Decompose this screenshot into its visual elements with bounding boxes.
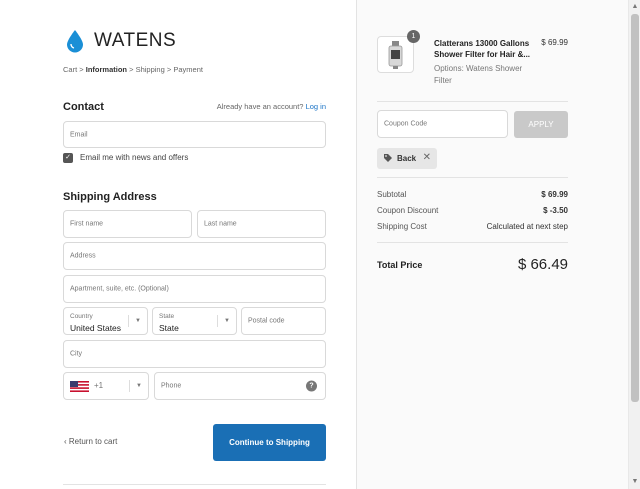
scrollbar-thumb[interactable] [631,14,639,402]
shipping-address-heading: Shipping Address [63,191,157,203]
contact-heading: Contact [63,101,104,113]
continue-to-shipping-button[interactable]: Continue to Shipping [213,424,326,461]
chevron-down-icon: ▼ [224,318,230,324]
email-field[interactable]: Email [63,121,326,148]
shipping-cost-label: Shipping Cost [377,222,427,231]
checkout-form-panel: WATENS Cart > Information > Shipping > P… [0,0,356,489]
postal-code-field[interactable]: Postal code [241,307,326,335]
login-prompt: Already have an account? Log in [216,102,326,111]
subtotal-label: Subtotal [377,190,407,199]
scroll-down-arrow-icon[interactable]: ▼ [629,475,640,489]
breadcrumb-shipping: Shipping [135,65,165,74]
shower-filter-image [388,41,403,69]
page-scrollbar[interactable]: ▲ ▼ [628,0,640,489]
newsletter-checkbox[interactable]: ✓ [63,153,73,163]
return-to-cart-link[interactable]: ‹ Return to cart [64,437,117,446]
product-price: $ 69.99 [541,38,568,47]
apartment-field[interactable]: Apartment, suite, etc. (Optional) [63,275,326,303]
last-name-field[interactable]: Last name [197,210,326,238]
coupon-discount-label: Coupon Discount [377,206,439,215]
first-name-field[interactable]: First name [63,210,192,238]
coupon-discount-value: $ -3.50 [543,206,568,215]
address-field[interactable]: Address [63,242,326,270]
divider [377,242,568,243]
water-drop-icon [67,30,83,53]
dial-code: +1 [94,381,104,390]
help-icon[interactable]: ? [306,380,317,392]
chevron-down-icon: ▼ [135,318,141,324]
country-select[interactable]: Country United States ▼ [63,307,148,335]
state-select[interactable]: State State ▼ [152,307,237,335]
tag-icon [384,154,392,162]
total-price-label: Total Price [377,260,423,270]
scroll-up-arrow-icon[interactable]: ▲ [629,0,640,14]
coupon-code-input[interactable]: Coupon Code [377,110,508,138]
newsletter-label: Email me with news and offers [80,153,189,162]
city-field[interactable]: City [63,340,326,368]
order-summary-panel: 1 Clatterans 13000 Gallons Shower Filter… [356,0,628,489]
subtotal-value: $ 69.99 [541,190,568,199]
login-link[interactable]: Log in [306,102,326,111]
us-flag-icon [70,381,89,392]
brand-name: WATENS [94,30,177,51]
shipping-cost-value: Calculated at next step [486,222,568,231]
breadcrumb-cart[interactable]: Cart [63,65,77,74]
brand-logo[interactable]: WATENS [64,29,176,53]
product-name: Clatterans 13000 Gallons Shower Filter f… [434,39,531,59]
chevron-left-icon: ‹ [64,437,67,446]
apply-coupon-button[interactable]: APPLY [514,111,568,138]
country-code-select[interactable]: +1 ▼ [63,372,149,400]
divider [377,101,568,102]
total-price-value: $ 66.49 [517,256,568,273]
breadcrumb-information: Information [85,65,127,74]
quantity-badge: 1 [407,30,420,43]
divider [377,177,568,178]
product-options: Options: Watens Shower Filter [434,64,523,85]
remove-discount-close-icon[interactable]: ✕ [423,152,431,163]
breadcrumb-payment: Payment [173,65,203,74]
divider [63,484,326,485]
breadcrumb: Cart > Information > Shipping > Payment [63,65,203,74]
applied-discount-tag: Back ✕ [377,148,437,169]
chevron-down-icon: ▼ [136,383,142,389]
phone-field[interactable]: Phone ? [154,372,326,400]
